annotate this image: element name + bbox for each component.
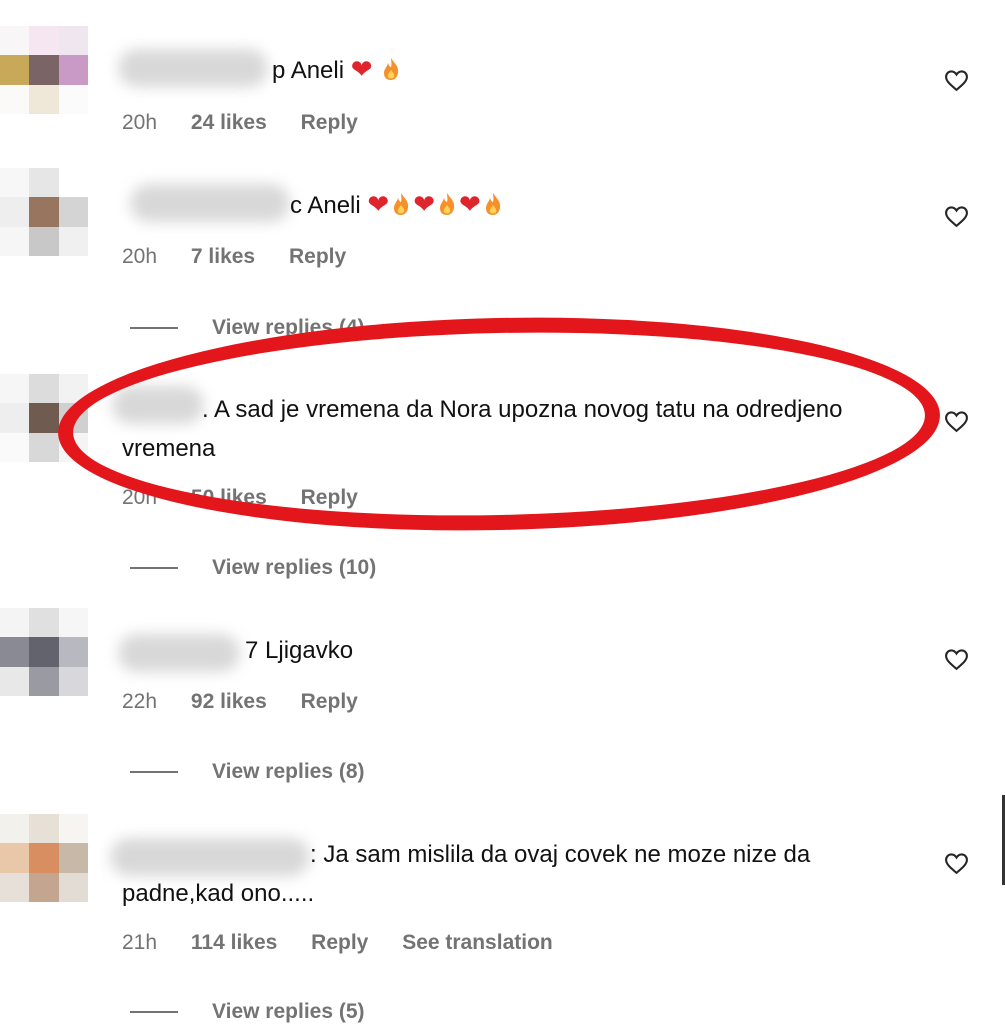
view-replies-button[interactable]: View replies (5) [130, 1000, 365, 1024]
fire-emoji [394, 193, 409, 215]
reply-button[interactable]: Reply [301, 111, 358, 134]
likes-count[interactable]: 114 likes [191, 931, 277, 954]
divider-line [130, 567, 178, 570]
comment-text: : Ja sam mislila da ovaj covek ne moze n… [122, 841, 811, 907]
likes-count[interactable]: 7 likes [191, 245, 255, 268]
comment-text: c Aneli ❤ ❤ ❤ [290, 186, 1005, 225]
timestamp: 21h [122, 931, 158, 954]
username-blurred[interactable] [130, 184, 290, 222]
comment-text: p Aneli ❤ [272, 51, 1005, 90]
timestamp: 22h [122, 690, 158, 713]
likes-count[interactable]: 92 likes [191, 690, 267, 713]
username-blurred[interactable] [118, 634, 240, 672]
divider-line [130, 771, 178, 774]
view-replies-button[interactable]: View replies (8) [130, 760, 365, 784]
reply-button[interactable]: Reply [311, 931, 368, 954]
avatar[interactable] [0, 26, 88, 114]
likes-count[interactable]: 24 likes [191, 111, 267, 134]
red-heart-emoji: ❤ [413, 189, 435, 219]
divider-line [130, 327, 178, 330]
red-heart-emoji: ❤ [367, 189, 390, 219]
timestamp: 20h [122, 111, 158, 134]
view-replies-button[interactable]: View replies (10) [130, 556, 376, 580]
avatar[interactable] [0, 814, 88, 902]
avatar[interactable] [0, 608, 88, 696]
reply-button[interactable]: Reply [301, 690, 358, 713]
like-heart-icon[interactable] [944, 68, 969, 93]
like-heart-icon[interactable] [944, 409, 969, 434]
divider-line [130, 1011, 178, 1014]
reply-button[interactable]: Reply [289, 245, 346, 268]
fire-emoji [384, 58, 399, 80]
red-annotation-ellipse [55, 308, 943, 540]
see-translation-button[interactable]: See translation [402, 931, 553, 954]
comment-meta: 20h 24 likes Reply [122, 111, 358, 135]
timestamp: 20h [122, 245, 158, 268]
comment-meta: 20h 7 likes Reply [122, 245, 346, 269]
comment-meta: 21h 114 likes Reply See translation [122, 931, 553, 955]
fire-emoji [439, 193, 455, 215]
red-heart-emoji: ❤ [458, 189, 481, 219]
comment-text: 7 Ljigavko [245, 637, 354, 664]
comment-meta: 22h 92 likes Reply [122, 690, 358, 714]
like-heart-icon[interactable] [944, 647, 969, 672]
avatar[interactable] [0, 168, 88, 256]
like-heart-icon[interactable] [944, 204, 969, 229]
red-heart-emoji: ❤ [350, 54, 373, 84]
fire-emoji [485, 193, 500, 215]
username-blurred[interactable] [118, 49, 268, 87]
like-heart-icon[interactable] [944, 851, 969, 876]
